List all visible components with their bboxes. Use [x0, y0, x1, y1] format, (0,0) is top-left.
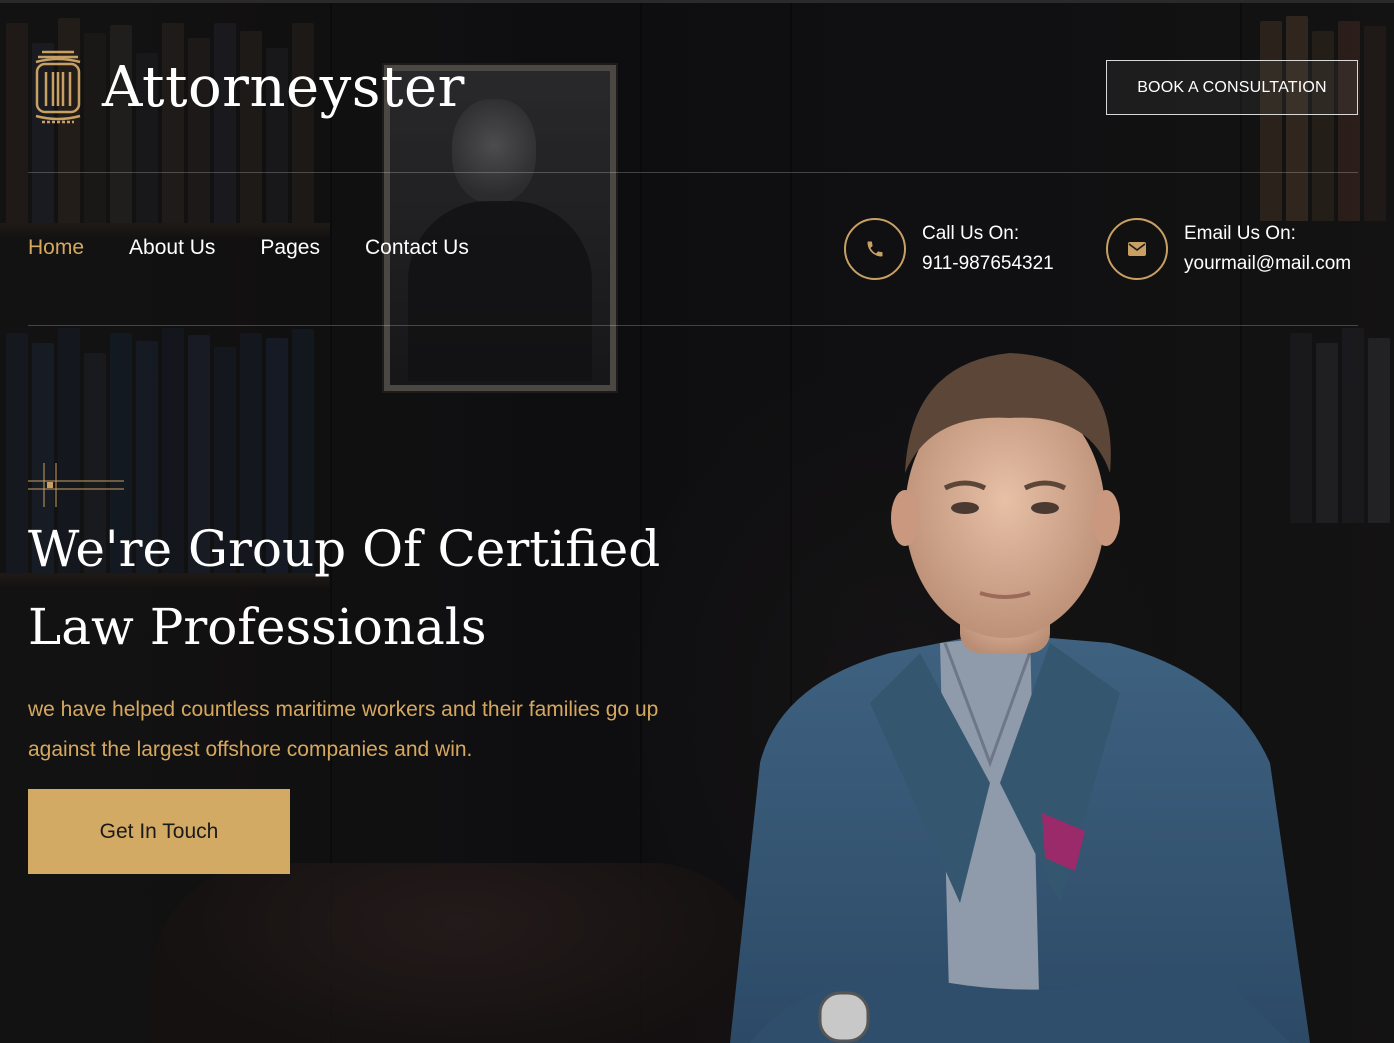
- phone-icon-circle: [844, 218, 906, 280]
- main-nav: Home About Us Pages Contact Us: [28, 236, 469, 260]
- lawyer-photo: [730, 353, 1310, 1043]
- get-in-touch-button[interactable]: Get In Touch: [28, 789, 290, 874]
- mail-icon: [1128, 242, 1146, 256]
- phone-icon: [867, 241, 883, 257]
- book-consultation-button[interactable]: BOOK A CONSULTATION: [1106, 60, 1358, 115]
- phone-number[interactable]: 911-987654321: [922, 249, 1054, 279]
- mail-icon-circle: [1106, 218, 1168, 280]
- hero-headline: We're Group Of Certified Law Professiona…: [28, 510, 728, 666]
- hero-headline-line2: Law Professionals: [28, 598, 487, 656]
- nav-item-pages[interactable]: Pages: [260, 236, 320, 260]
- email-contact[interactable]: Email Us On: yourmail@mail.com: [1106, 218, 1351, 280]
- email-label: Email Us On:: [1184, 223, 1296, 244]
- nav-item-home[interactable]: Home: [28, 236, 84, 260]
- brand-logo[interactable]: Attorneyster: [28, 48, 465, 126]
- brand-name: Attorneyster: [102, 54, 465, 120]
- nav-item-about-us[interactable]: About Us: [129, 236, 215, 260]
- email-address[interactable]: yourmail@mail.com: [1184, 249, 1351, 279]
- phone-label: Call Us On:: [922, 223, 1020, 244]
- header-divider: [28, 172, 1358, 173]
- hero-description: we have helped countless maritime worker…: [28, 698, 659, 761]
- nav-item-contact-us[interactable]: Contact Us: [365, 236, 469, 260]
- pillar-icon: [35, 50, 81, 124]
- nav-divider: [28, 325, 1358, 326]
- decorative-lines-icon: [28, 463, 124, 507]
- hero-headline-line1: We're Group Of Certified: [28, 520, 661, 578]
- phone-contact[interactable]: Call Us On: 911-987654321: [844, 218, 1054, 280]
